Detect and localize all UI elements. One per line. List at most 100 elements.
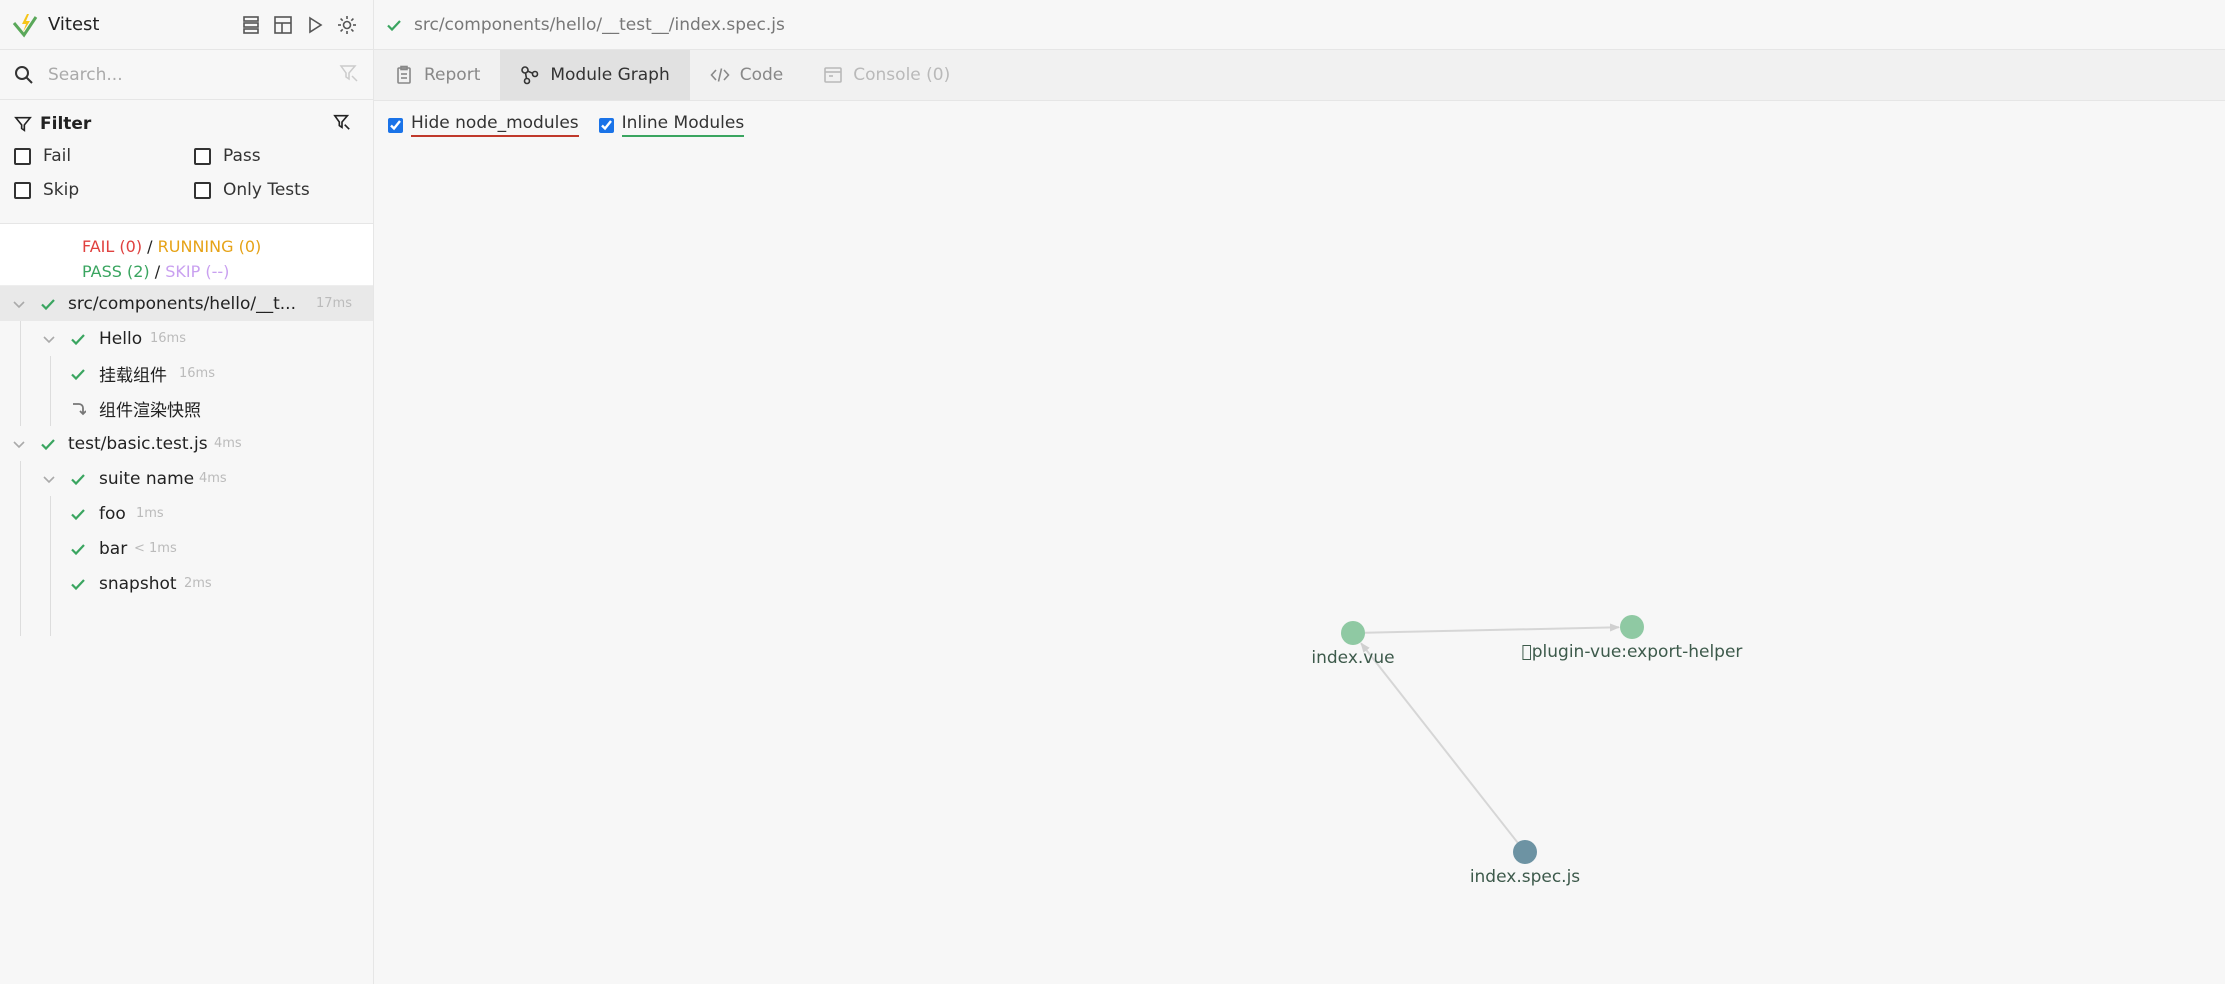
tree-item-duration: 16ms bbox=[179, 366, 215, 381]
clear-search-icon[interactable] bbox=[339, 63, 359, 87]
pass-check-icon bbox=[71, 368, 85, 380]
file-path: src/components/hello/__test__/index.spec… bbox=[414, 14, 785, 35]
graph-node-label: index.vue bbox=[1311, 648, 1394, 668]
filter-label: Filter bbox=[40, 114, 92, 134]
pass-check-icon bbox=[387, 19, 401, 31]
tree-item-name: test/basic.test.js bbox=[68, 433, 208, 454]
tree-row-suite[interactable]: suite name 4ms bbox=[0, 461, 373, 496]
filter-skip-checkbox[interactable]: Skip bbox=[14, 180, 194, 200]
tree-item-duration: 4ms bbox=[199, 471, 227, 486]
graph-node[interactable]: index.vue bbox=[1311, 621, 1395, 668]
summary-line-1: FAIL (0) / RUNNING (0) bbox=[82, 234, 373, 259]
graph-edge bbox=[1360, 642, 1519, 844]
tab-console[interactable]: Console (0) bbox=[803, 50, 970, 100]
inline-modules-option[interactable]: Inline Modules bbox=[598, 113, 745, 137]
inline-modules-checkbox[interactable] bbox=[598, 117, 614, 133]
test-summary: FAIL (0) / RUNNING (0) PASS (2) / SKIP (… bbox=[0, 224, 373, 286]
search-input[interactable] bbox=[48, 64, 339, 85]
pass-count: PASS (2) bbox=[82, 262, 150, 281]
chevron-down-icon[interactable] bbox=[42, 332, 56, 346]
graph-edge bbox=[1364, 623, 1621, 634]
graph-node[interactable]: index.spec.js bbox=[1470, 840, 1580, 887]
filter-only-tests-checkbox[interactable]: Only Tests bbox=[194, 180, 374, 200]
summary-separator: / bbox=[154, 262, 161, 281]
tree-row-file[interactable]: src/components/hello/__t... 17ms bbox=[0, 286, 373, 321]
tree-item-name: 组件渲染快照 bbox=[99, 401, 201, 421]
console-icon bbox=[824, 67, 843, 83]
tab-module-graph[interactable]: Module Graph bbox=[500, 50, 690, 100]
tree-row-file[interactable]: test/basic.test.js 4ms bbox=[0, 426, 373, 461]
main-panel: src/components/hello/__test__/index.spec… bbox=[374, 0, 2225, 984]
graph-node-label: index.spec.js bbox=[1470, 867, 1580, 887]
graph-node-circle[interactable] bbox=[1513, 840, 1537, 864]
run-all-icon[interactable] bbox=[305, 15, 325, 35]
filter-pass-checkbox[interactable]: Pass bbox=[194, 146, 374, 166]
module-graph[interactable]: index.vue  plugin-vue:export-helper index.… bbox=[374, 101, 2225, 984]
filter-options: Fail Pass Skip Only Tests bbox=[14, 146, 359, 200]
tree-item-name: src/components/hello/__t... bbox=[68, 293, 296, 314]
hide-node-modules-option[interactable]: Hide node_modules bbox=[388, 113, 579, 137]
tree-item-name: foo bbox=[99, 503, 126, 524]
tree-item-duration: 1ms bbox=[136, 506, 164, 521]
tree-item-duration: < 1ms bbox=[134, 541, 177, 556]
tree-row-test[interactable]: 挂载组件 16ms bbox=[0, 356, 373, 391]
tree-item-duration: 2ms bbox=[184, 576, 212, 591]
tree-item-name: bar bbox=[99, 538, 128, 559]
checkbox-box[interactable] bbox=[14, 147, 31, 165]
tree-item-duration: 17ms bbox=[316, 296, 352, 311]
filter-pass-label: Pass bbox=[223, 146, 261, 166]
tree-row-suite[interactable]: Hello 16ms bbox=[0, 321, 373, 356]
chevron-down-icon[interactable] bbox=[42, 472, 56, 486]
filter-icon bbox=[14, 116, 32, 132]
vitest-ui: Vitest Search... Filter Fail Pass Skip O… bbox=[0, 0, 2225, 984]
running-count: RUNNING (0) bbox=[157, 237, 262, 256]
graph-node-circle[interactable] bbox=[1341, 621, 1365, 645]
theme-toggle-icon[interactable] bbox=[337, 15, 357, 35]
filter-only-tests-label: Only Tests bbox=[223, 180, 310, 200]
tree-row-test[interactable]: 组件渲染快照 bbox=[0, 391, 373, 426]
checkbox-box[interactable] bbox=[194, 147, 211, 165]
tree-item-name: Hello bbox=[99, 328, 143, 349]
tab-console-label: Console (0) bbox=[853, 65, 951, 85]
code-icon bbox=[710, 68, 730, 82]
tab-code-label: Code bbox=[739, 65, 784, 85]
collapse-tree-icon[interactable] bbox=[241, 15, 261, 35]
dashboard-icon[interactable] bbox=[273, 15, 293, 35]
clear-filter-icon[interactable] bbox=[333, 113, 359, 135]
module-graph-canvas[interactable]: index.vue  plugin-vue:export-helper index.… bbox=[374, 101, 2225, 984]
pass-check-icon bbox=[41, 438, 55, 450]
file-path-bar: src/components/hello/__test__/index.spec… bbox=[374, 0, 2225, 50]
sidebar-header: Vitest bbox=[0, 0, 373, 50]
test-tree: src/components/hello/__t... 17ms Hello 1… bbox=[0, 286, 373, 636]
chevron-down-icon[interactable] bbox=[12, 297, 26, 311]
hide-node-modules-label: Hide node_modules bbox=[411, 113, 579, 137]
graph-icon bbox=[521, 66, 539, 85]
filter-panel: Filter Fail Pass Skip Only Tests bbox=[0, 100, 373, 224]
fail-count: FAIL (0) bbox=[82, 237, 143, 256]
vitest-logo-icon bbox=[12, 13, 38, 38]
tree-item-name: snapshot bbox=[99, 573, 177, 594]
tree-row-test[interactable]: bar < 1ms bbox=[0, 531, 373, 566]
inline-modules-label: Inline Modules bbox=[621, 113, 745, 137]
search-bar bbox=[0, 50, 373, 100]
checkbox-box[interactable] bbox=[194, 181, 211, 199]
skip-count: SKIP (--) bbox=[165, 262, 230, 281]
snapshot-icon bbox=[73, 402, 86, 415]
tree-item-duration: 16ms bbox=[150, 331, 186, 346]
clipboard-icon bbox=[397, 65, 411, 84]
tree-item-name: 挂载组件 bbox=[99, 366, 167, 386]
tree-row-test[interactable]: snapshot 2ms bbox=[0, 566, 373, 601]
checkbox-box[interactable] bbox=[14, 181, 31, 199]
tree-item-name: suite name bbox=[99, 468, 195, 489]
graph-node[interactable]:  plugin-vue:export-helper bbox=[1522, 615, 1743, 662]
pass-check-icon bbox=[71, 543, 85, 555]
filter-fail-checkbox[interactable]: Fail bbox=[14, 146, 194, 166]
tab-report-label: Report bbox=[424, 65, 481, 85]
chevron-down-icon[interactable] bbox=[12, 437, 26, 451]
tree-row-test[interactable]: foo 1ms bbox=[0, 496, 373, 531]
tab-report[interactable]: Report bbox=[374, 50, 500, 100]
tab-code[interactable]: Code bbox=[690, 50, 804, 100]
pass-check-icon bbox=[71, 473, 85, 485]
hide-node-modules-checkbox[interactable] bbox=[388, 117, 403, 133]
graph-node-circle[interactable] bbox=[1620, 615, 1644, 639]
